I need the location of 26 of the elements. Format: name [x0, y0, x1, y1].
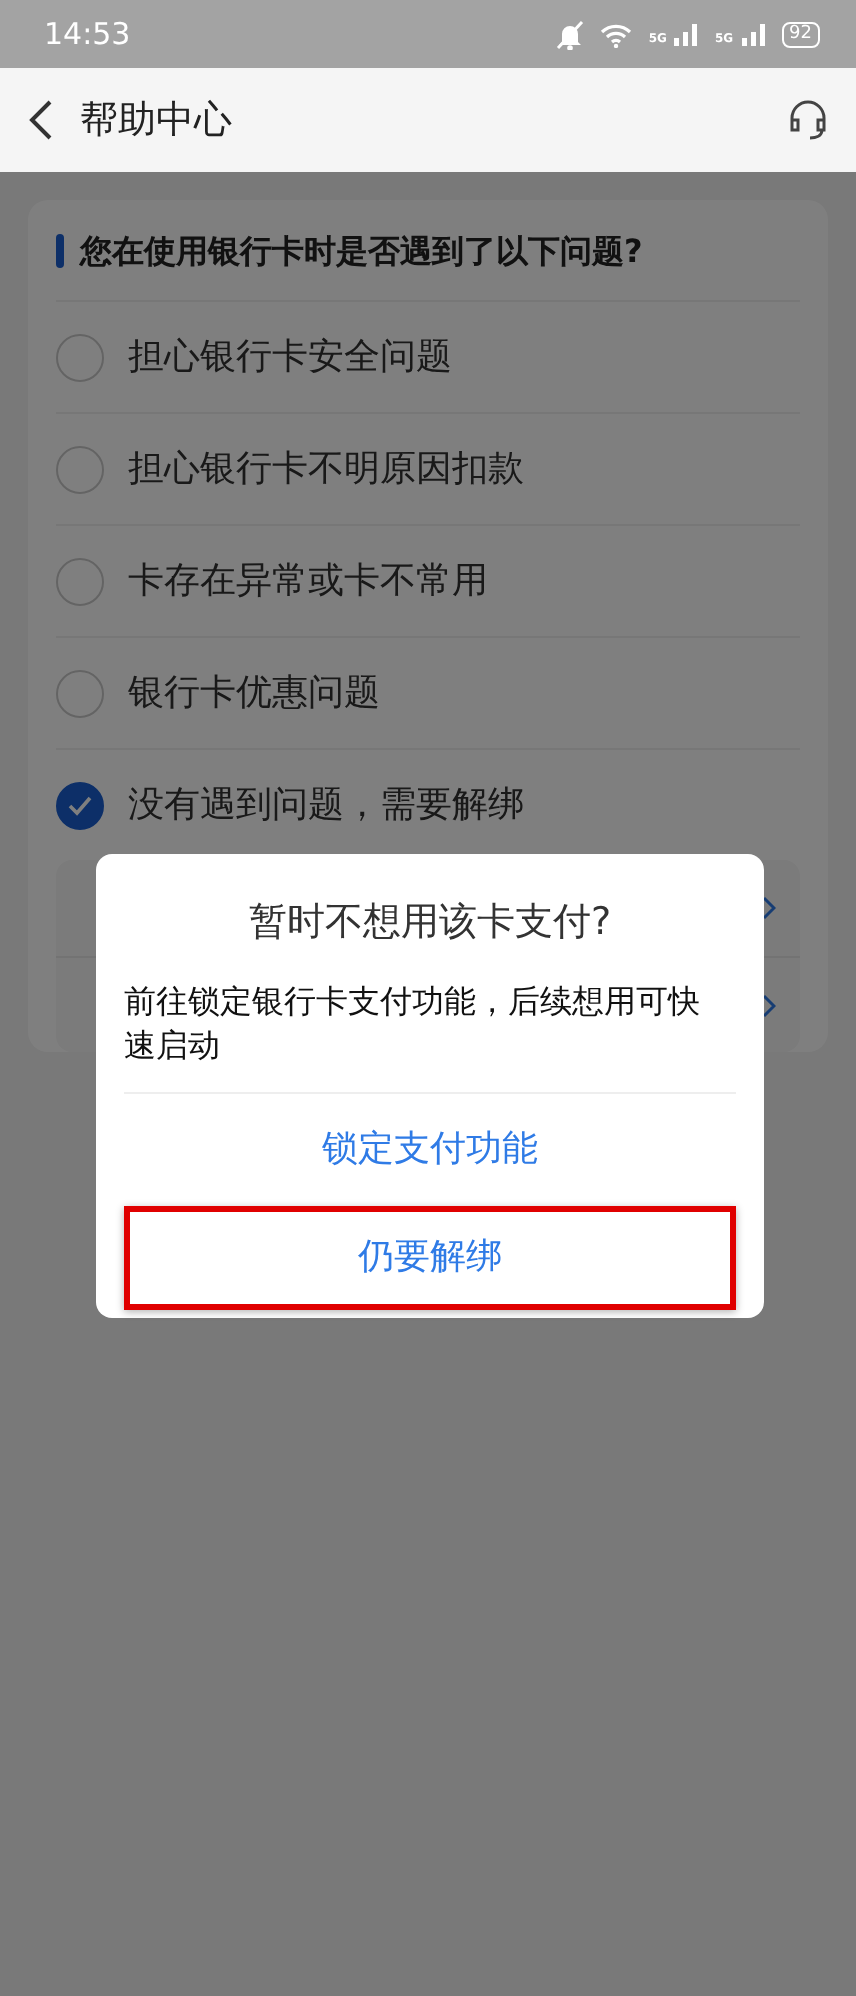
wifi-icon: [600, 21, 633, 47]
option-label: 担心银行卡安全问题: [128, 334, 452, 382]
status-time: 14:53: [44, 13, 131, 56]
dialog-title: 暂时不想用该卡支付?: [246, 898, 614, 948]
chevron-right-icon: [760, 896, 776, 920]
option-label: 担心银行卡不明原因扣款: [128, 446, 524, 494]
option-label: 卡存在异常或卡不常用: [128, 558, 488, 606]
radio-button[interactable]: [56, 445, 104, 493]
radio-button[interactable]: [56, 557, 104, 605]
question-title: 您在使用银行卡时是否遇到了以下问题?: [80, 230, 643, 274]
option-label: 银行卡优惠问题: [128, 670, 380, 718]
title-marker: [56, 233, 64, 267]
muted-bell-icon: [556, 19, 585, 49]
option-label: 没有遇到问题，需要解绑: [128, 782, 524, 830]
battery-level: 92: [781, 21, 820, 47]
dialog-action-button[interactable]: 锁定支付功能: [124, 1093, 736, 1205]
dialog-action-button[interactable]: 仍要解绑: [124, 1205, 736, 1309]
chevron-right-icon: [760, 993, 776, 1017]
check-icon: [68, 795, 92, 815]
signal-icon: [674, 22, 699, 46]
signal-icon: [741, 22, 766, 46]
checked-radio[interactable]: [56, 781, 104, 829]
dialog-message: 前往锁定银行卡支付功能，后续想用可快速启动: [124, 979, 736, 1093]
radio-button[interactable]: [56, 669, 104, 717]
page-title: 帮助中心: [80, 95, 234, 146]
radio-button[interactable]: [56, 333, 104, 381]
